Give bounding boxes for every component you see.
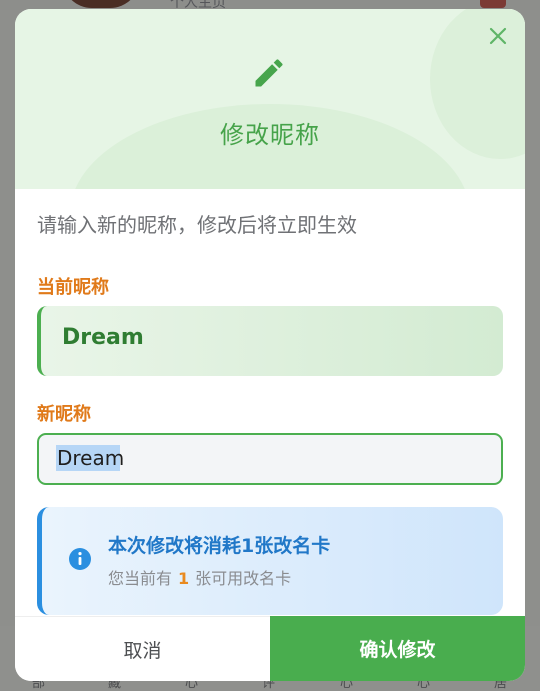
notice-title: 本次修改将消耗1张改名卡 [108,535,331,557]
background-badge [480,0,506,8]
current-nickname-box: Dream [37,306,503,376]
dialog-header: 修改昵称 [15,9,525,189]
current-nickname-label: 当前昵称 [37,277,109,298]
notice-prefix: 您当前有 [108,569,173,588]
rename-card-count: 1 [178,569,190,588]
text-selection-highlight [56,445,120,471]
rename-card-notice: 本次修改将消耗1张改名卡 您当前有 1 张可用改名卡 [37,507,503,615]
confirm-button[interactable]: 确认修改 [270,616,525,681]
notice-suffix: 张可用改名卡 [195,569,292,588]
info-icon [69,548,91,570]
dialog-subtitle: 请输入新的昵称，修改后将立即生效 [37,213,357,237]
dialog-title: 修改昵称 [220,121,320,149]
close-button[interactable] [485,23,511,49]
rename-dialog: 修改昵称 请输入新的昵称，修改后将立即生效 当前昵称 Dream 新昵称 Dre… [15,9,525,681]
pencil-icon [255,59,283,87]
new-nickname-label: 新昵称 [37,404,91,425]
dialog-footer: 取消 确认修改 [15,616,525,681]
notice-subtext: 您当前有 1 张可用改名卡 [108,565,291,589]
current-nickname-value: Dream [62,325,144,350]
close-icon [489,27,507,45]
cancel-button[interactable]: 取消 [15,616,270,681]
